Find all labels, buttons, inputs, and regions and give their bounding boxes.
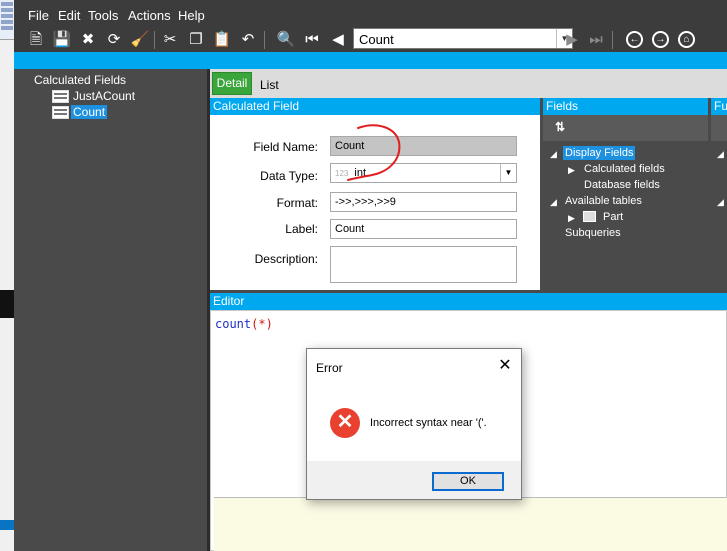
menu-actions[interactable]: Actions (128, 8, 171, 23)
tree-available-tables[interactable]: Available tables (565, 195, 642, 207)
dialog-body: ✕ Incorrect syntax near '('. (307, 387, 521, 461)
code-function: count (215, 317, 252, 331)
background-fragment (0, 290, 14, 318)
collapse-icon[interactable]: ◢ (717, 197, 724, 208)
table-icon (583, 211, 596, 222)
tree-display-fields[interactable]: Display Fields (563, 146, 636, 160)
collapse-icon[interactable]: ◢ (550, 197, 557, 208)
expand-icon[interactable]: ▶ (568, 213, 575, 224)
app-window: File Edit Tools Actions Help 🗎 💾 ✖ ⟳ 🧹 ✂… (0, 0, 727, 551)
error-icon: ✕ (330, 408, 360, 438)
fields-header: Fields (543, 98, 708, 115)
forward-icon[interactable]: → (652, 31, 669, 48)
toolbar-divider (154, 31, 155, 49)
dialog-titlebar: Error ✕ (307, 349, 521, 387)
tree-item-justacount[interactable]: JustACount (73, 89, 135, 103)
new-icon[interactable]: 🗎 (26, 30, 46, 50)
background-thumbnail (0, 0, 14, 40)
copy-icon[interactable]: ❐ (186, 30, 206, 50)
data-type-select[interactable]: 123 int ▼ (330, 163, 517, 183)
calculated-fields-tree: Calculated Fields JustACount Count (14, 69, 207, 551)
tab-list[interactable]: List (260, 78, 279, 92)
field-name-field[interactable]: Count (330, 136, 517, 156)
fields-toolbar: ⇅ (543, 115, 708, 141)
find-icon[interactable]: 🔍 (276, 30, 296, 50)
field-name-label: Field Name: (253, 140, 318, 154)
next-record-icon[interactable]: ▶ (562, 30, 582, 50)
tree-database-fields[interactable]: Database fields (584, 179, 660, 191)
accent-band (14, 52, 727, 69)
functions-panel: ◢ ◢ (711, 115, 727, 290)
data-type-value: int (354, 167, 367, 179)
field-icon (52, 90, 69, 103)
code-args: (*) (251, 317, 273, 331)
fields-panel: ⇅ ◢ Display Fields ▶ Calculated fields D… (543, 115, 708, 290)
delete-icon[interactable]: ✖ (78, 30, 98, 50)
format-field[interactable]: ->>,>>>,>>9 (330, 192, 517, 212)
calculated-field-form: Field Name: Count Data Type: 123 int ▼ F… (210, 115, 540, 290)
save-icon[interactable]: 💾 (52, 30, 72, 50)
tree-item-count[interactable]: Count (71, 105, 108, 119)
expand-icon[interactable]: ▶ (568, 165, 575, 176)
tree-root[interactable]: Calculated Fields (34, 73, 126, 87)
home-icon[interactable]: ⌂ (678, 31, 695, 48)
record-select[interactable]: Count ▼ (353, 28, 573, 49)
field-icon (52, 106, 69, 119)
label-field[interactable]: Count (330, 219, 517, 239)
functions-header: Fu (711, 98, 727, 115)
description-field[interactable] (330, 246, 517, 283)
menu-bar: File Edit Tools Actions Help (14, 0, 727, 28)
expression-code: count(*) (215, 317, 273, 331)
previous-record-icon[interactable]: ◀ (328, 30, 348, 50)
format-label: Format: (276, 196, 318, 210)
undo-icon[interactable]: ↶ (238, 30, 258, 50)
tree-calculated-fields[interactable]: Calculated fields (584, 163, 665, 175)
paste-icon[interactable]: 📋 (212, 30, 232, 50)
collapse-icon[interactable]: ◢ (550, 149, 557, 160)
editor-header: Editor (210, 293, 727, 310)
record-select-value: Count (359, 32, 394, 47)
data-type-label: Data Type: (260, 169, 318, 183)
sort-az-icon[interactable]: ⇅ (555, 120, 565, 134)
menu-help[interactable]: Help (178, 8, 205, 23)
error-dialog: Error ✕ ✕ Incorrect syntax near '('. OK (306, 348, 522, 500)
toolbar: 🗎 💾 ✖ ⟳ 🧹 ✂ ❐ 📋 ↶ 🔍 ⏮ ◀ Count ▼ ▶ ⏭ ← → … (14, 28, 727, 52)
tab-bar: Detail List (210, 69, 727, 98)
toolbar-divider (264, 31, 265, 49)
error-message: Incorrect syntax near '('. (370, 417, 487, 429)
ok-button[interactable]: OK (432, 472, 504, 491)
tree-table-part[interactable]: Part (603, 211, 623, 223)
background-window-strip (0, 0, 14, 551)
toolbar-divider (612, 31, 613, 49)
background-bar (0, 520, 14, 530)
refresh-icon[interactable]: ⟳ (104, 30, 124, 50)
description-label: Description: (254, 252, 318, 266)
calculated-field-header: Calculated Field (210, 98, 540, 115)
menu-file[interactable]: File (28, 8, 49, 23)
data-type-icon: 123 (335, 169, 349, 178)
collapse-icon[interactable]: ◢ (717, 149, 724, 160)
close-icon[interactable]: ✕ (498, 358, 512, 374)
cut-icon[interactable]: ✂ (160, 30, 180, 50)
back-icon[interactable]: ← (626, 31, 643, 48)
menu-edit[interactable]: Edit (58, 8, 80, 23)
first-record-icon[interactable]: ⏮ (302, 30, 322, 50)
chevron-down-icon[interactable]: ▼ (500, 164, 516, 182)
tree-subqueries[interactable]: Subqueries (565, 227, 621, 239)
messages-panel (214, 497, 727, 551)
clear-icon[interactable]: 🧹 (130, 30, 150, 50)
last-record-icon[interactable]: ⏭ (586, 30, 606, 50)
tab-detail[interactable]: Detail (212, 72, 252, 95)
dialog-title: Error (316, 361, 343, 375)
label-label: Label: (285, 222, 318, 236)
menu-tools[interactable]: Tools (88, 8, 118, 23)
